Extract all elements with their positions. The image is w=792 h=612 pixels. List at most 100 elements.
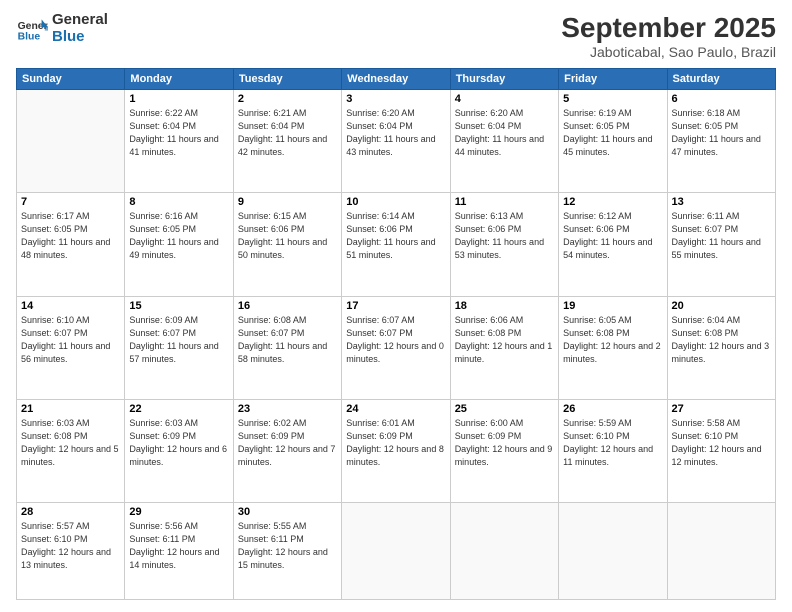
day-number: 23 [238, 403, 337, 415]
weekday-header-row: SundayMondayTuesdayWednesdayThursdayFrid… [17, 69, 776, 90]
day-number: 30 [238, 506, 337, 518]
day-info: Sunrise: 6:20 AMSunset: 6:04 PMDaylight:… [346, 107, 445, 159]
calendar-cell: 29 Sunrise: 5:56 AMSunset: 6:11 PMDayligh… [125, 503, 233, 600]
day-number: 29 [129, 506, 228, 518]
day-number: 5 [563, 93, 662, 105]
day-info: Sunrise: 5:55 AMSunset: 6:11 PMDaylight:… [238, 520, 337, 572]
day-info: Sunrise: 5:59 AMSunset: 6:10 PMDaylight:… [563, 417, 662, 469]
calendar-week-row: 14 Sunrise: 6:10 AMSunset: 6:07 PMDayligh… [17, 296, 776, 399]
day-info: Sunrise: 6:08 AMSunset: 6:07 PMDaylight:… [238, 314, 337, 366]
day-info: Sunrise: 6:20 AMSunset: 6:04 PMDaylight:… [455, 107, 554, 159]
day-info: Sunrise: 6:14 AMSunset: 6:06 PMDaylight:… [346, 210, 445, 262]
calendar-cell: 9 Sunrise: 6:15 AMSunset: 6:06 PMDaylight… [233, 193, 341, 296]
calendar-cell: 25Sunrise: 6:00 AMSunset: 6:09 PMDayligh… [450, 399, 558, 502]
calendar-cell: 12 Sunrise: 6:12 AMSunset: 6:06 PMDayligh… [559, 193, 667, 296]
day-number: 13 [672, 196, 771, 208]
day-info: Sunrise: 6:16 AMSunset: 6:05 PMDaylight:… [129, 210, 228, 262]
day-info: Sunrise: 6:21 AMSunset: 6:04 PMDaylight:… [238, 107, 337, 159]
calendar-week-row: 7Sunrise: 6:17 AMSunset: 6:05 PMDaylight… [17, 193, 776, 296]
weekday-header: Sunday [17, 69, 125, 90]
day-info: Sunrise: 5:57 AMSunset: 6:10 PMDaylight:… [21, 520, 120, 572]
day-info: Sunrise: 6:04 AMSunset: 6:08 PMDaylight:… [672, 314, 771, 366]
day-info: Sunrise: 6:18 AMSunset: 6:05 PMDaylight:… [672, 107, 771, 159]
calendar-cell: 23 Sunrise: 6:02 AMSunset: 6:09 PMDayligh… [233, 399, 341, 502]
day-info: Sunrise: 6:01 AMSunset: 6:09 PMDaylight:… [346, 417, 445, 469]
day-info: Sunrise: 6:00 AMSunset: 6:09 PMDaylight:… [455, 417, 554, 469]
weekday-header: Saturday [667, 69, 775, 90]
day-info: Sunrise: 6:02 AMSunset: 6:09 PMDaylight:… [238, 417, 337, 469]
calendar-cell: 21 Sunrise: 6:03 AMSunset: 6:08 PMDayligh… [17, 399, 125, 502]
day-number: 24 [346, 403, 445, 415]
calendar-cell: 22Sunrise: 6:03 AMSunset: 6:09 PMDayligh… [125, 399, 233, 502]
calendar-cell: 2 Sunrise: 6:21 AMSunset: 6:04 PMDaylight… [233, 90, 341, 193]
day-info: Sunrise: 6:11 AMSunset: 6:07 PMDaylight:… [672, 210, 771, 262]
day-info: Sunrise: 6:13 AMSunset: 6:06 PMDaylight:… [455, 210, 554, 262]
calendar-cell: 17Sunrise: 6:07 AMSunset: 6:07 PMDayligh… [342, 296, 450, 399]
calendar-cell: 11 Sunrise: 6:13 AMSunset: 6:06 PMDayligh… [450, 193, 558, 296]
day-number: 15 [129, 300, 228, 312]
calendar-cell: 18Sunrise: 6:06 AMSunset: 6:08 PMDayligh… [450, 296, 558, 399]
day-number: 18 [455, 300, 554, 312]
calendar-cell: 26 Sunrise: 5:59 AMSunset: 6:10 PMDayligh… [559, 399, 667, 502]
day-info: Sunrise: 5:58 AMSunset: 6:10 PMDaylight:… [672, 417, 771, 469]
day-info: Sunrise: 6:03 AMSunset: 6:08 PMDaylight:… [21, 417, 120, 469]
day-number: 20 [672, 300, 771, 312]
weekday-header: Monday [125, 69, 233, 90]
day-number: 10 [346, 196, 445, 208]
day-number: 1 [129, 93, 228, 105]
calendar-table: SundayMondayTuesdayWednesdayThursdayFrid… [16, 68, 776, 600]
day-number: 28 [21, 506, 120, 518]
day-number: 22 [129, 403, 228, 415]
logo: General Blue General Blue [16, 12, 108, 45]
day-number: 7 [21, 196, 120, 208]
day-info: Sunrise: 6:19 AMSunset: 6:05 PMDaylight:… [563, 107, 662, 159]
calendar-cell: 5 Sunrise: 6:19 AMSunset: 6:05 PMDaylight… [559, 90, 667, 193]
calendar-cell: 4 Sunrise: 6:20 AMSunset: 6:04 PMDaylight… [450, 90, 558, 193]
calendar-cell: 20 Sunrise: 6:04 AMSunset: 6:08 PMDayligh… [667, 296, 775, 399]
calendar-cell: 8 Sunrise: 6:16 AMSunset: 6:05 PMDaylight… [125, 193, 233, 296]
day-number: 26 [563, 403, 662, 415]
day-info: Sunrise: 6:15 AMSunset: 6:06 PMDaylight:… [238, 210, 337, 262]
calendar-week-row: 28 Sunrise: 5:57 AMSunset: 6:10 PMDayligh… [17, 503, 776, 600]
day-number: 9 [238, 196, 337, 208]
calendar-cell: 24 Sunrise: 6:01 AMSunset: 6:09 PMDayligh… [342, 399, 450, 502]
header: General Blue General Blue September 2025… [16, 12, 776, 60]
calendar-cell: 3 Sunrise: 6:20 AMSunset: 6:04 PMDaylight… [342, 90, 450, 193]
day-info: Sunrise: 6:22 AMSunset: 6:04 PMDaylight:… [129, 107, 228, 159]
weekday-header: Wednesday [342, 69, 450, 90]
logo-text: General Blue [52, 12, 108, 45]
day-info: Sunrise: 6:05 AMSunset: 6:08 PMDaylight:… [563, 314, 662, 366]
day-info: Sunrise: 5:56 AMSunset: 6:11 PMDaylight:… [129, 520, 228, 572]
calendar-cell [17, 90, 125, 193]
day-number: 4 [455, 93, 554, 105]
calendar-cell [342, 503, 450, 600]
calendar-cell: 7Sunrise: 6:17 AMSunset: 6:05 PMDaylight… [17, 193, 125, 296]
weekday-header: Friday [559, 69, 667, 90]
day-number: 21 [21, 403, 120, 415]
day-info: Sunrise: 6:12 AMSunset: 6:06 PMDaylight:… [563, 210, 662, 262]
day-number: 11 [455, 196, 554, 208]
logo-line2: Blue [52, 29, 108, 46]
day-info: Sunrise: 6:09 AMSunset: 6:07 PMDaylight:… [129, 314, 228, 366]
logo-icon: General Blue [16, 13, 48, 45]
day-number: 2 [238, 93, 337, 105]
calendar-cell [450, 503, 558, 600]
calendar-cell: 1 Sunrise: 6:22 AMSunset: 6:04 PMDaylight… [125, 90, 233, 193]
calendar-page: General Blue General Blue September 2025… [0, 0, 792, 612]
svg-text:Blue: Blue [18, 31, 41, 42]
day-number: 12 [563, 196, 662, 208]
day-number: 3 [346, 93, 445, 105]
calendar-cell: 27Sunrise: 5:58 AMSunset: 6:10 PMDayligh… [667, 399, 775, 502]
day-info: Sunrise: 6:07 AMSunset: 6:07 PMDaylight:… [346, 314, 445, 366]
location: Jaboticabal, Sao Paulo, Brazil [561, 44, 776, 60]
day-number: 14 [21, 300, 120, 312]
calendar-cell: 30 Sunrise: 5:55 AMSunset: 6:11 PMDayligh… [233, 503, 341, 600]
title-block: September 2025 Jaboticabal, Sao Paulo, B… [561, 12, 776, 60]
month-title: September 2025 [561, 12, 776, 44]
calendar-cell: 13 Sunrise: 6:11 AMSunset: 6:07 PMDayligh… [667, 193, 775, 296]
day-number: 6 [672, 93, 771, 105]
day-info: Sunrise: 6:10 AMSunset: 6:07 PMDaylight:… [21, 314, 120, 366]
logo-line1: General [52, 12, 108, 29]
day-number: 8 [129, 196, 228, 208]
calendar-cell: 16Sunrise: 6:08 AMSunset: 6:07 PMDayligh… [233, 296, 341, 399]
